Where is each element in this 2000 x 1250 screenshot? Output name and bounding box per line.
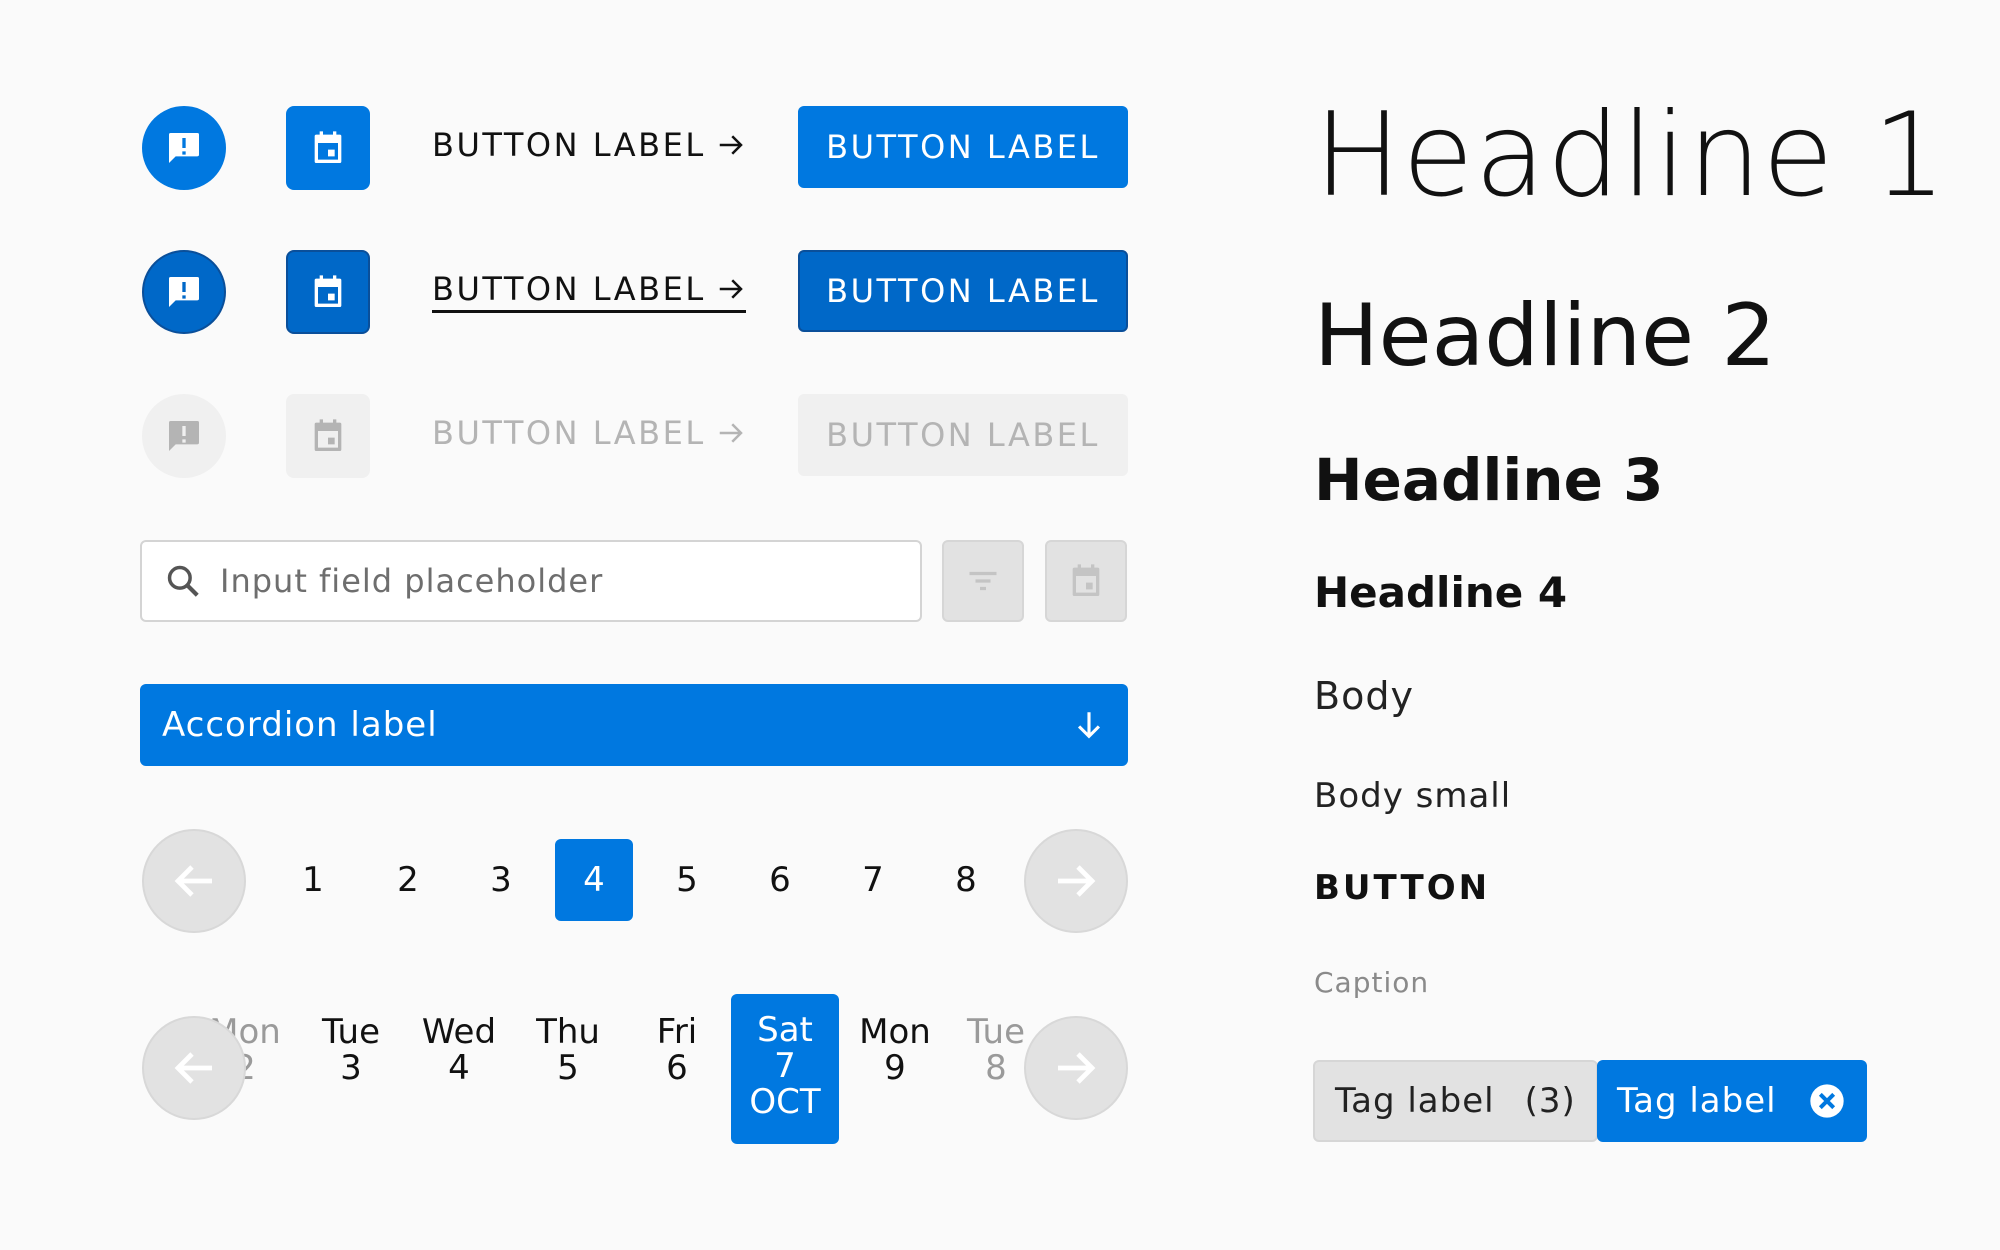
- date-next-button[interactable]: [1024, 1016, 1128, 1120]
- feedback-button[interactable]: [142, 106, 226, 190]
- body-text: Body: [1314, 674, 1414, 718]
- feedback-button-hover[interactable]: [142, 250, 226, 334]
- headline-3: Headline 3: [1314, 446, 1664, 514]
- solid-button-label: BUTTON LABEL: [826, 272, 1100, 310]
- solid-button-label: BUTTON LABEL: [826, 128, 1100, 166]
- day-thu-5[interactable]: Thu 5: [518, 1014, 618, 1086]
- day-sat-7-selected[interactable]: Sat 7 OCT: [731, 994, 839, 1144]
- body-small-text: Body small: [1314, 776, 1512, 816]
- day-number: 4: [448, 1048, 470, 1088]
- page-8[interactable]: 8: [927, 839, 1005, 921]
- accordion-label: Accordion label: [162, 705, 438, 745]
- day-number: 6: [666, 1048, 688, 1088]
- search-input-placeholder: Input field placeholder: [220, 562, 604, 600]
- calendar-button-disabled: [286, 394, 370, 478]
- text-button[interactable]: BUTTON LABEL: [432, 126, 746, 164]
- arrow-right-icon: [719, 279, 743, 299]
- day-name: Wed: [421, 1012, 497, 1052]
- page-2[interactable]: 2: [369, 839, 447, 921]
- page-5[interactable]: 5: [648, 839, 726, 921]
- day-fri-6[interactable]: Fri 6: [627, 1014, 727, 1086]
- feedback-button-disabled: [142, 394, 226, 478]
- arrow-left-icon: [174, 1052, 212, 1084]
- headline-1: Headline 1: [1314, 88, 1948, 223]
- arrow-right-icon: [1058, 1052, 1096, 1084]
- feedback-icon: [169, 277, 199, 307]
- day-name: Sat: [757, 1010, 813, 1050]
- calendar-picker-button: [1045, 540, 1127, 622]
- text-button-label: BUTTON LABEL: [432, 414, 706, 452]
- text-button-label: BUTTON LABEL: [432, 126, 706, 164]
- headline-4: Headline 4: [1314, 568, 1568, 617]
- text-button-label: BUTTON LABEL: [432, 270, 706, 308]
- day-number: 3: [340, 1048, 362, 1088]
- arrow-left-icon: [174, 865, 212, 897]
- day-number: 9: [884, 1048, 906, 1088]
- tag-grey[interactable]: Tag label (3): [1313, 1060, 1598, 1142]
- tag-label: Tag label: [1617, 1081, 1777, 1121]
- text-button-disabled: BUTTON LABEL: [432, 414, 746, 452]
- filter-button: [942, 540, 1024, 622]
- solid-button-label: BUTTON LABEL: [826, 416, 1100, 454]
- calendar-button-hover[interactable]: [286, 250, 370, 334]
- day-tue-3[interactable]: Tue 3: [301, 1014, 401, 1086]
- tag-count: (3): [1524, 1081, 1576, 1121]
- page-3[interactable]: 3: [462, 839, 540, 921]
- day-number: 5: [557, 1048, 579, 1088]
- page-6[interactable]: 6: [741, 839, 819, 921]
- feedback-icon: [169, 421, 199, 451]
- date-prev-button[interactable]: [142, 1016, 246, 1120]
- day-name: Fri: [656, 1012, 698, 1052]
- day-name: Tue: [321, 1012, 381, 1052]
- headline-2: Headline 2: [1314, 286, 1777, 386]
- day-name: Thu: [536, 1012, 600, 1052]
- arrow-right-icon: [1058, 865, 1096, 897]
- calendar-button[interactable]: [286, 106, 370, 190]
- button-text-style: BUTTON: [1314, 868, 1491, 908]
- search-icon: [167, 565, 199, 597]
- solid-button[interactable]: BUTTON LABEL: [798, 106, 1128, 188]
- pagination-prev-button[interactable]: [142, 829, 246, 933]
- day-mon-9[interactable]: Mon 9: [845, 1014, 945, 1086]
- calendar-icon: [314, 131, 342, 163]
- solid-button-hover[interactable]: BUTTON LABEL: [798, 250, 1128, 332]
- page-1[interactable]: 1: [274, 839, 352, 921]
- arrow-right-icon: [719, 135, 743, 155]
- arrow-down-icon: [1077, 712, 1101, 739]
- caption-text: Caption: [1314, 966, 1430, 999]
- page-4-current[interactable]: 4: [555, 839, 633, 921]
- pagination-next-button[interactable]: [1024, 829, 1128, 933]
- day-name: Mon: [859, 1012, 931, 1052]
- calendar-icon: [314, 419, 342, 451]
- arrow-right-icon: [719, 423, 743, 443]
- search-input[interactable]: Input field placeholder: [140, 540, 922, 622]
- feedback-icon: [169, 133, 199, 163]
- day-month: OCT: [749, 1082, 821, 1122]
- day-number: 7: [774, 1046, 796, 1086]
- day-wed-4[interactable]: Wed 4: [409, 1014, 509, 1086]
- calendar-icon: [314, 275, 342, 307]
- solid-button-disabled: BUTTON LABEL: [798, 394, 1128, 476]
- tag-blue[interactable]: Tag label: [1597, 1060, 1867, 1142]
- text-button-hover[interactable]: BUTTON LABEL: [432, 270, 746, 313]
- tag-label: Tag label: [1335, 1081, 1495, 1121]
- accordion[interactable]: Accordion label: [140, 684, 1128, 766]
- close-circle-icon[interactable]: [1807, 1081, 1847, 1121]
- calendar-icon: [1072, 564, 1100, 596]
- page-7[interactable]: 7: [834, 839, 912, 921]
- filter-icon: [969, 571, 997, 591]
